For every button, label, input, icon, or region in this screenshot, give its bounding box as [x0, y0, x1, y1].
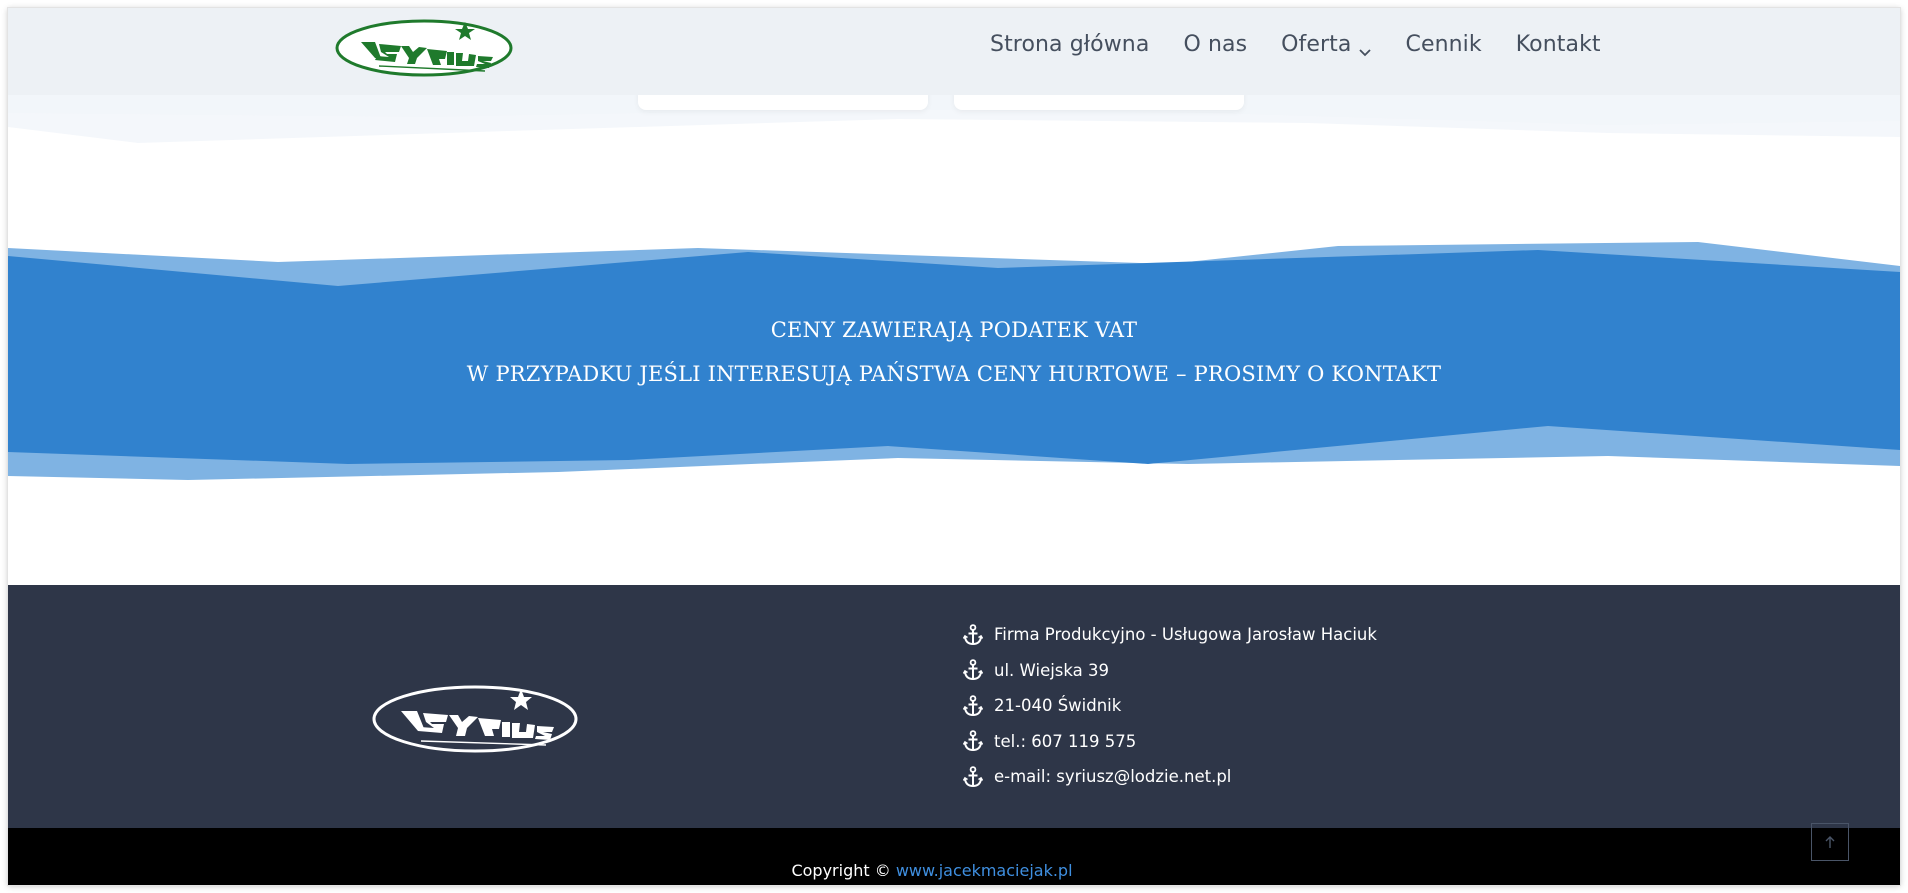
site-logo[interactable]: [335, 16, 515, 78]
vat-notice: CENY ZAWIERAJĄ PODATEK VAT: [770, 318, 1138, 342]
nav-item-cennik[interactable]: Cennik: [1406, 30, 1482, 60]
contact-phone: tel.: 607 119 575: [962, 724, 1377, 760]
chevron-down-icon: [1358, 38, 1372, 57]
scroll-to-top-button[interactable]: [1811, 823, 1849, 861]
site-header: Strona główna O nas Oferta Cennik Kontak…: [8, 8, 1900, 95]
contact-text: ul. Wiejska 39: [994, 660, 1110, 680]
nav-item-o-nas[interactable]: O nas: [1183, 30, 1247, 60]
anchor-icon: [962, 765, 984, 788]
site-footer: Firma Produkcyjno - Usługowa Jarosław Ha…: [8, 585, 1900, 828]
contact-city: 21-040 Świdnik: [962, 688, 1377, 724]
anchor-icon: [962, 694, 984, 717]
nav-item-label: Oferta: [1281, 32, 1352, 57]
nav-item-label: Strona główna: [990, 32, 1150, 57]
anchor-icon: [962, 623, 984, 646]
nav-item-label: Cennik: [1405, 32, 1482, 57]
contact-text: tel.: 607 119 575: [994, 731, 1137, 751]
wholesale-notice: W PRZYPADKU JEŚLI INTERESUJĄ PAŃSTWA CEN…: [466, 362, 1442, 386]
copyright-bar: Copyright © www.jacekmaciejak.pl: [8, 823, 1900, 885]
anchor-icon: [962, 730, 984, 752]
top-wave-divider: [8, 95, 1900, 175]
contact-text: Firma Produkcyjno - Usługowa Jarosław Ha…: [994, 625, 1377, 645]
anchor-icon: [962, 659, 984, 681]
copyright-prefix: Copyright ©: [791, 861, 891, 880]
nav-item-oferta[interactable]: Oferta: [1281, 30, 1371, 60]
author-link[interactable]: www.jacekmaciejak.pl: [896, 861, 1073, 880]
nav-item-strona-glowna[interactable]: Strona główna: [990, 30, 1149, 60]
footer-logo[interactable]: [371, 681, 581, 755]
contact-company: Firma Produkcyjno - Usługowa Jarosław Ha…: [962, 617, 1377, 653]
contact-text: 21-040 Świdnik: [994, 696, 1122, 716]
contact-list: Firma Produkcyjno - Usługowa Jarosław Ha…: [962, 617, 1377, 795]
contact-street: ul. Wiejska 39: [962, 653, 1377, 689]
main-nav: Strona główna O nas Oferta Cennik Kontak…: [990, 30, 1601, 60]
page-frame: Strona główna O nas Oferta Cennik Kontak…: [8, 8, 1900, 885]
arrow-up-icon: [1825, 836, 1835, 848]
nav-item-label: O nas: [1183, 32, 1248, 57]
nav-item-label: Kontakt: [1515, 32, 1601, 57]
contact-text: e-mail: syriusz@lodzie.net.pl: [994, 767, 1232, 787]
contact-email: e-mail: syriusz@lodzie.net.pl: [962, 759, 1377, 795]
price-info-text: CENY ZAWIERAJĄ PODATEK VAT W PRZYPADKU J…: [8, 308, 1900, 396]
nav-item-kontakt[interactable]: Kontakt: [1516, 30, 1601, 60]
copyright-text: Copyright © www.jacekmaciejak.pl: [8, 861, 1900, 880]
